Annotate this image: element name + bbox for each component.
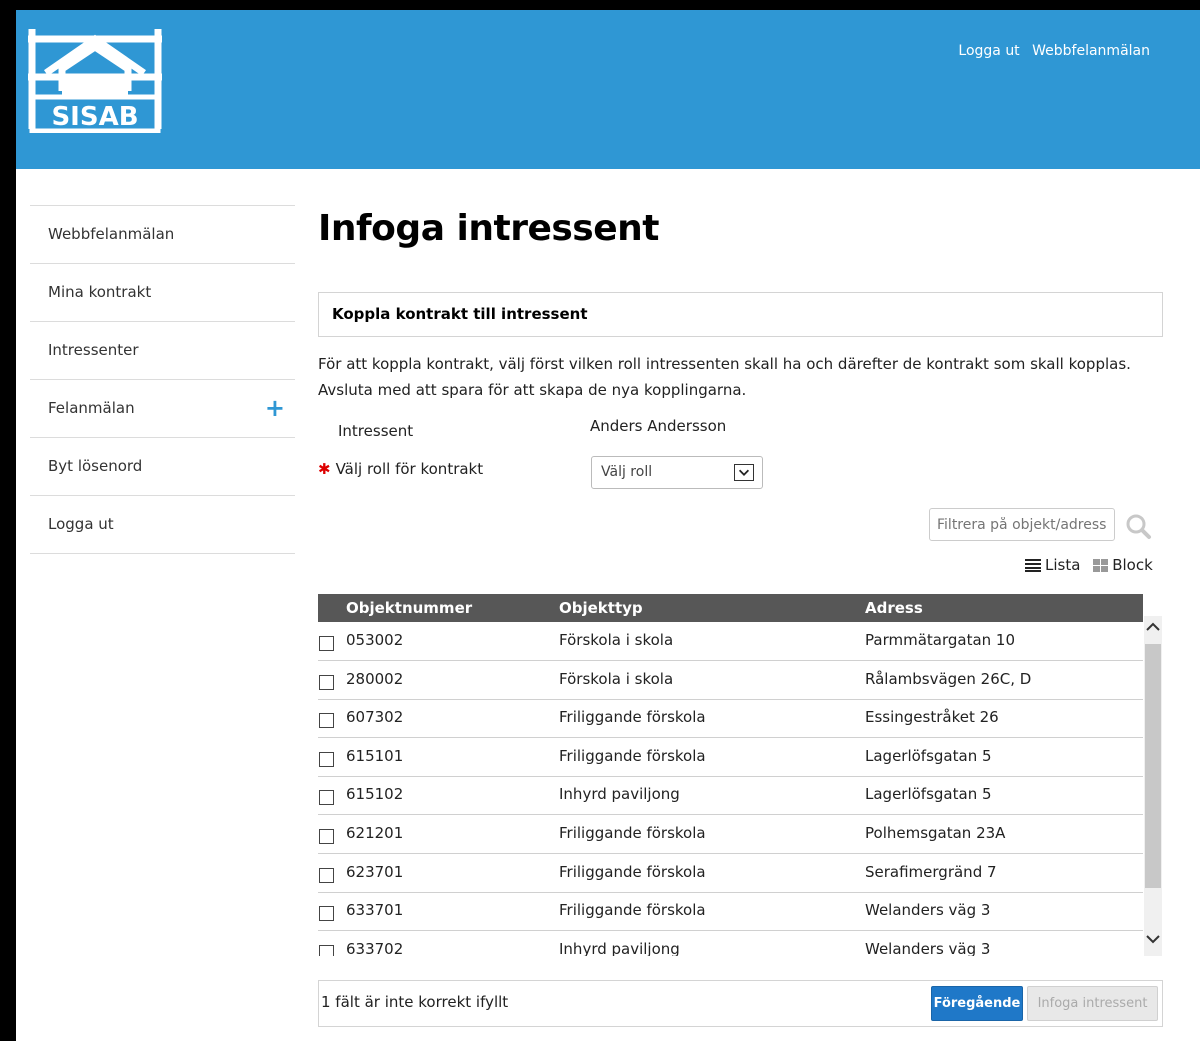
cell-objektnummer: 615101	[346, 746, 404, 765]
sidebar-item-logga-ut[interactable]: Logga ut	[30, 496, 295, 554]
row-checkbox[interactable]	[319, 829, 334, 844]
cell-adress: Welanders väg 3	[865, 939, 991, 956]
cell-adress: Welanders väg 3	[865, 901, 991, 920]
row-checkbox[interactable]	[319, 674, 334, 690]
required-asterisk-icon: ✱	[318, 460, 331, 478]
cell-objektnummer: 621201	[346, 824, 404, 842]
validation-message: 1 fält är inte korrekt ifyllt	[321, 993, 509, 1011]
cell-adress: Lagerlöfsgatan 5	[865, 785, 992, 804]
scrollbar-thumb[interactable]	[1145, 644, 1161, 888]
cell-adress: Parmmätargatan 10	[865, 631, 1016, 649]
sidebar-item-label: Byt lösenord	[48, 457, 143, 475]
table-row[interactable]: 633702 Inhyrd paviljong Welanders väg 3	[318, 931, 1143, 956]
roll-select-value: Välj roll	[601, 464, 653, 480]
sisab-logo[interactable]: SISAB	[28, 25, 162, 133]
browser-viewport: SISAB Logga ut Webbfelanmälan Webbfelanm…	[16, 10, 1200, 1041]
cell-objekttyp: Friliggande förskola	[559, 901, 706, 920]
roll-label: ✱ Välj roll för kontrakt	[318, 460, 483, 478]
table-row[interactable]: 621201 Friliggande förskola Polhemsgatan 2…	[318, 815, 1143, 854]
cell-adress: Lagerlöfsgatan 5	[865, 746, 992, 765]
cell-objekttyp: Förskola i skola	[559, 669, 674, 688]
contracts-table: Objektnummer Objekttyp Adress 053002 Förs…	[318, 594, 1163, 956]
chevron-down-icon[interactable]	[1144, 928, 1162, 950]
sidebar-item-mina-kontrakt[interactable]: Mina kontrakt	[30, 264, 295, 322]
table-header: Objektnummer Objekttyp Adress	[318, 594, 1143, 622]
chevron-down-icon	[734, 464, 754, 481]
logout-link[interactable]: Logga ut	[958, 43, 1019, 59]
chevron-up-icon[interactable]	[1144, 616, 1162, 638]
block-view-label: Block	[1112, 556, 1153, 574]
search-icon[interactable]	[1124, 512, 1152, 540]
column-header-objektnummer[interactable]: Objektnummer	[346, 594, 472, 622]
previous-button[interactable]: Föregående	[931, 986, 1023, 1021]
sidebar-nav: Webbfelanmälan Mina kontrakt Intressente…	[30, 205, 295, 554]
sidebar-item-label: Intressenter	[48, 341, 139, 359]
cell-objekttyp: Förskola i skola	[559, 631, 674, 649]
section-title: Koppla kontrakt till intressent	[318, 292, 1163, 337]
column-header-adress[interactable]: Adress	[865, 594, 923, 622]
sidebar-item-webbfelanmalan[interactable]: Webbfelanmälan	[30, 206, 295, 264]
cell-adress: Polhemsgatan 23A	[865, 824, 1006, 842]
table-row[interactable]: 053002 Förskola i skola Parmmätargatan 10	[318, 622, 1143, 661]
column-header-objekttyp[interactable]: Objekttyp	[559, 594, 643, 622]
site-header: SISAB Logga ut Webbfelanmälan	[16, 10, 1200, 169]
block-view-toggle[interactable]: Block	[1093, 556, 1153, 574]
webbfelanmalan-link[interactable]: Webbfelanmälan	[1032, 43, 1150, 59]
table-row[interactable]: 615101 Friliggande förskola Lagerlöfsgatan…	[318, 738, 1143, 777]
cell-objektnummer: 607302	[346, 708, 404, 727]
cell-objekttyp: Inhyrd paviljong	[559, 939, 680, 956]
view-toggle: Lista Block	[1017, 556, 1153, 576]
cell-objektnummer: 053002	[346, 631, 404, 649]
form-footer: 1 fält är inte korrekt ifyllt Föregående…	[318, 980, 1163, 1027]
grid-icon	[1093, 558, 1109, 572]
page-title: Infoga intressent	[318, 208, 659, 249]
table-row[interactable]: 280002 Förskola i skola Rålambsvägen 26C, …	[318, 661, 1143, 700]
cell-objekttyp: Friliggande förskola	[559, 746, 706, 765]
row-checkbox[interactable]	[319, 906, 334, 922]
roll-label-text: Välj roll för kontrakt	[335, 460, 484, 478]
table-row[interactable]: 615102 Inhyrd paviljong Lagerlöfsgatan 5	[318, 776, 1143, 816]
sidebar-item-label: Webbfelanmälan	[48, 225, 175, 243]
cell-objektnummer: 280002	[346, 669, 404, 688]
table-row[interactable]: 607302 Friliggande förskola Essingestråket…	[318, 699, 1143, 739]
row-checkbox[interactable]	[319, 636, 334, 651]
intressent-value: Anders Andersson	[590, 417, 727, 435]
sidebar-item-label: Logga ut	[48, 515, 114, 533]
logo-text: SISAB	[51, 102, 138, 132]
cell-objekttyp: Friliggande förskola	[559, 862, 706, 881]
roll-select[interactable]: Välj roll	[591, 456, 763, 489]
cell-adress: Essingestråket 26	[865, 708, 999, 727]
cell-objektnummer: 633702	[346, 939, 404, 956]
header-links: Logga ut Webbfelanmälan	[950, 43, 1150, 59]
cell-objektnummer: 633701	[346, 901, 404, 920]
cell-objektnummer: 623701	[346, 862, 404, 881]
cell-objektnummer: 615102	[346, 785, 404, 804]
table-scrollbar[interactable]	[1144, 616, 1162, 956]
cell-adress: Serafimergränd 7	[865, 862, 997, 881]
list-view-toggle[interactable]: Lista	[1025, 556, 1080, 574]
row-checkbox[interactable]	[319, 790, 334, 806]
sidebar-item-byt-losenord[interactable]: Byt lösenord	[30, 438, 295, 496]
sidebar-item-label: Mina kontrakt	[48, 283, 152, 301]
list-view-label: Lista	[1045, 556, 1081, 574]
table-row[interactable]: 623701 Friliggande förskola Serafimergränd…	[318, 854, 1143, 893]
row-checkbox[interactable]	[319, 751, 334, 767]
plus-icon[interactable]: +	[265, 380, 285, 436]
cell-objekttyp: Friliggande förskola	[559, 824, 706, 842]
cell-adress: Rålambsvägen 26C, D	[865, 669, 1032, 688]
row-checkbox[interactable]	[319, 867, 334, 883]
filter-input[interactable]	[929, 508, 1115, 541]
intro-text: För att koppla kontrakt, välj först vilk…	[318, 355, 1131, 399]
list-icon	[1025, 558, 1041, 572]
row-checkbox[interactable]	[319, 944, 334, 956]
intressent-label: Intressent	[338, 422, 414, 440]
insert-intressent-button[interactable]: Infoga intressent	[1027, 986, 1158, 1021]
cell-objekttyp: Friliggande förskola	[559, 708, 706, 727]
sidebar-item-label: Felanmälan	[48, 399, 135, 417]
row-checkbox[interactable]	[319, 713, 334, 729]
table-row[interactable]: 633701 Friliggande förskola Welanders väg …	[318, 892, 1143, 932]
cell-objekttyp: Inhyrd paviljong	[559, 785, 680, 804]
sidebar-item-felanmalan[interactable]: Felanmälan +	[30, 380, 295, 438]
sidebar-item-intressenter[interactable]: Intressenter	[30, 322, 295, 380]
